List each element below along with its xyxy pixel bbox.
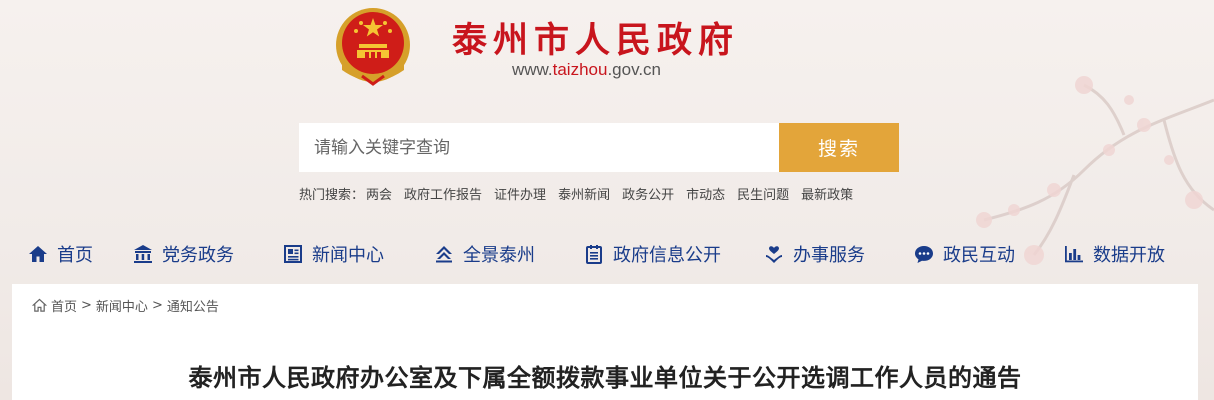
site-title: 泰州市人民政府 [452, 20, 740, 61]
breadcrumb: 首页 > 新闻中心 > 通知公告 [32, 296, 219, 315]
hot-keyword-livelihood[interactable]: 民生问题 [737, 184, 789, 203]
content-panel: 首页 > 新闻中心 > 通知公告 泰州市人民政府办公室及下属全额拨款事业单位关于… [12, 284, 1198, 400]
nav-label-open-data: 数据开放 [1093, 245, 1165, 266]
hot-keyword-lianghui[interactable]: 两会 [366, 184, 392, 203]
nav-item-interaction[interactable]: 政民互动 [914, 232, 1015, 276]
page: 泰州市人民政府 www.taizhou.gov.cn 搜索 热门搜索： 两会 政… [0, 0, 1214, 400]
hot-keyword-certificates[interactable]: 证件办理 [494, 184, 546, 203]
breadcrumb-home[interactable]: 首页 [51, 296, 77, 315]
nav-label-services: 办事服务 [793, 245, 865, 266]
breadcrumb-separator: > [151, 298, 163, 313]
hot-keyword-city-news[interactable]: 市动态 [686, 184, 725, 203]
nav-item-services[interactable]: 办事服务 [764, 232, 865, 276]
hot-keyword-gov-report[interactable]: 政府工作报告 [404, 184, 482, 203]
hot-search-label: 热门搜索： [299, 188, 365, 203]
search-button[interactable]: 搜索 [779, 123, 899, 172]
hot-keyword-taizhou-news[interactable]: 泰州新闻 [558, 184, 610, 203]
nav-item-panorama[interactable]: 全景泰州 [434, 232, 535, 276]
breadcrumb-separator: > [81, 298, 92, 313]
nav-label-home: 首页 [57, 245, 93, 266]
url-suffix: .gov.cn [607, 60, 662, 79]
newspaper-icon [284, 245, 302, 263]
nav-item-open-data[interactable]: 数据开放 [1064, 232, 1165, 276]
article-title: 泰州市人民政府办公室及下属全额拨款事业单位关于公开选调工作人员的通告 [188, 364, 1022, 392]
nav-item-party-affairs[interactable]: 党务政务 [133, 232, 234, 276]
search-input[interactable] [299, 123, 779, 172]
url-highlight: taizhou [552, 60, 608, 79]
nav-label-gov-info: 政府信息公开 [613, 245, 721, 266]
main-nav: 首页 党务政务 新闻中心 全景泰州 政府信息公开 办事服务 政民互动 数据开放 [0, 232, 1214, 276]
building-icon [134, 245, 152, 263]
nav-label-news-center: 新闻中心 [312, 245, 384, 266]
bar-chart-icon [1065, 246, 1083, 263]
url-prefix: www. [512, 60, 553, 79]
nav-item-home[interactable]: 首页 [28, 232, 93, 276]
site-url: www.taizhou.gov.cn [512, 60, 661, 80]
landscape-icon [436, 246, 452, 263]
heart-hand-icon [766, 246, 782, 263]
nav-item-news-center[interactable]: 新闻中心 [283, 232, 384, 276]
home-outline-icon [32, 298, 47, 312]
breadcrumb-news-center[interactable]: 新闻中心 [96, 296, 148, 315]
calendar-doc-icon [586, 245, 602, 264]
hot-keyword-gov-affairs[interactable]: 政务公开 [622, 184, 674, 203]
national-emblem-logo [336, 8, 410, 86]
home-icon [29, 246, 47, 262]
hot-keyword-latest-policy[interactable]: 最新政策 [801, 184, 853, 203]
nav-label-interaction: 政民互动 [943, 245, 1015, 266]
nav-label-party-affairs: 党务政务 [162, 245, 234, 266]
hot-search-bar: 热门搜索： 两会 政府工作报告 证件办理 泰州新闻 政务公开 市动态 民生问题 … [299, 184, 865, 203]
nav-label-panorama: 全景泰州 [463, 245, 535, 266]
breadcrumb-notices[interactable]: 通知公告 [167, 296, 219, 315]
chat-icon [915, 246, 933, 263]
nav-item-gov-info[interactable]: 政府信息公开 [584, 232, 721, 276]
